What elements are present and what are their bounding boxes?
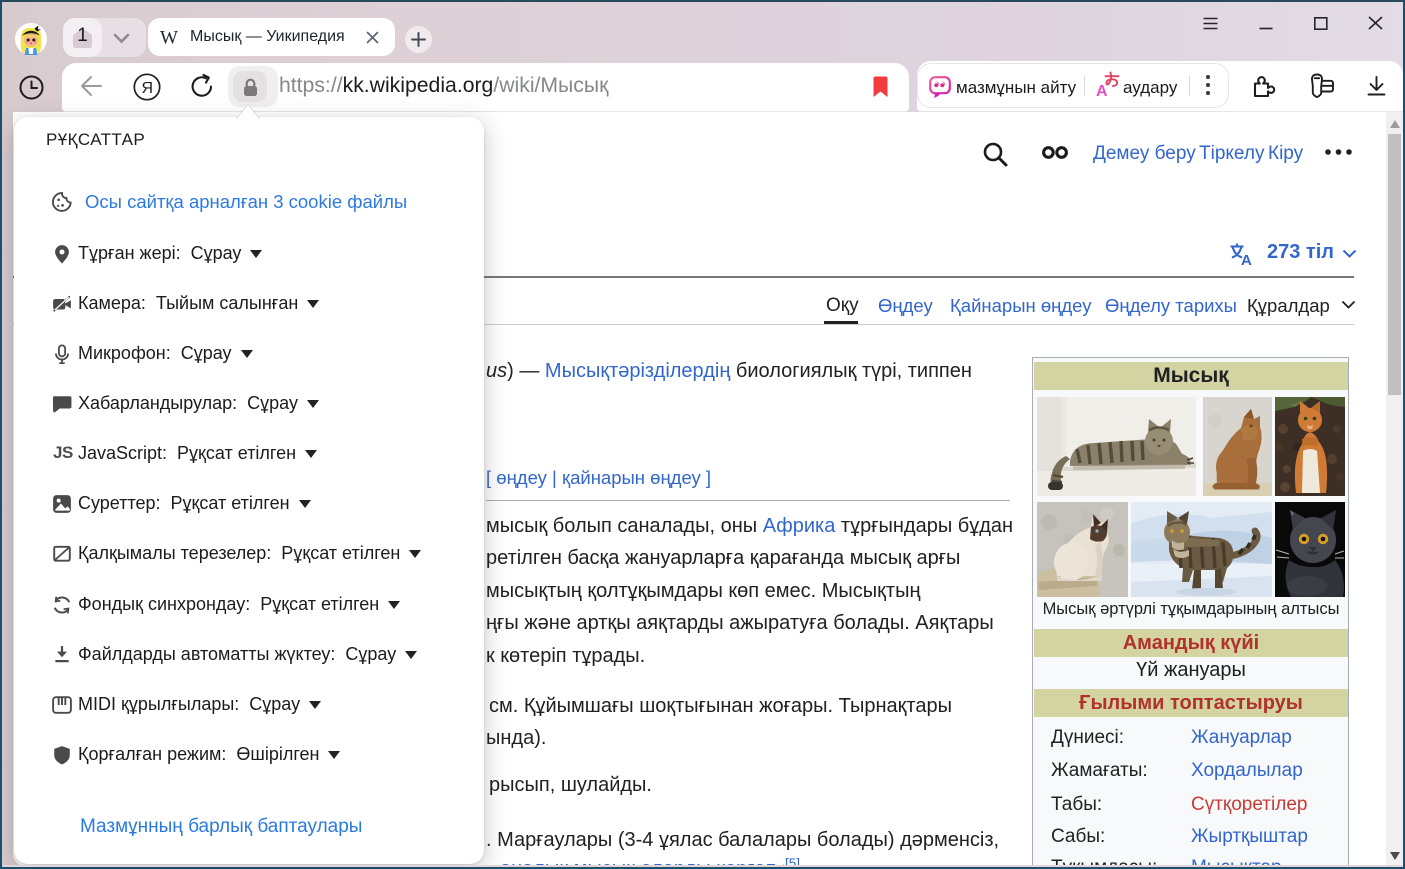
- svg-text:Я: Я: [142, 80, 154, 97]
- svg-text:A: A: [1241, 252, 1252, 266]
- svg-text:W: W: [160, 29, 178, 46]
- svg-text:A: A: [1096, 83, 1108, 98]
